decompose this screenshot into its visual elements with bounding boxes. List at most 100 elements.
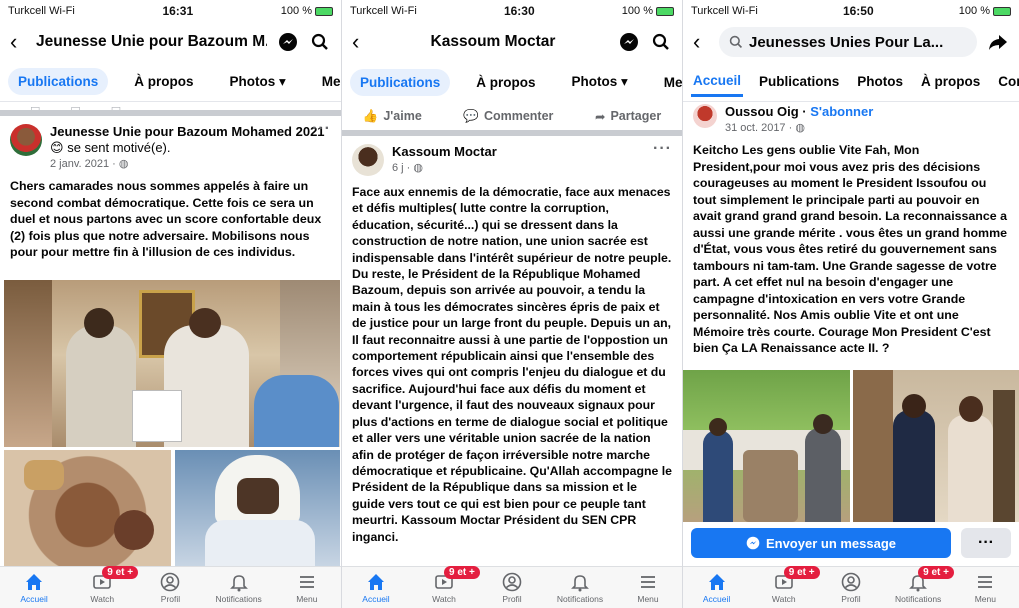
share-arrow-icon[interactable] <box>987 31 1009 53</box>
post-author[interactable]: Kassoum Moctar <box>392 144 497 159</box>
battery-icon <box>993 6 1011 16</box>
avatar[interactable] <box>10 124 42 156</box>
comment-button[interactable]: 💬 Commenter <box>463 109 553 124</box>
send-message-button[interactable]: Envoyer un message <box>691 528 951 558</box>
post-author[interactable]: Oussou Oig <box>725 104 799 119</box>
search-icon[interactable] <box>650 31 672 53</box>
nav-menu-label: Menu <box>637 593 659 604</box>
post-author[interactable]: Jeunesse Unie pour Bazoum Mohamed 2021 <box>50 124 325 139</box>
status-bar: Turkcell Wi-Fi 16:30 100 % <box>342 0 682 22</box>
nav-profile[interactable]: Profil <box>821 572 881 604</box>
post-photo-portrait[interactable] <box>175 450 340 568</box>
tab-mentions[interactable]: Menti <box>654 69 682 96</box>
page-tabs: Accueil Publications Photos À propos Cor <box>683 62 1019 102</box>
nav-menu[interactable]: Menu <box>618 572 678 604</box>
like-button[interactable]: 👍 J'aime <box>363 109 422 124</box>
more-button[interactable]: ··· <box>961 528 1011 558</box>
nav-profile[interactable]: Profil <box>482 572 542 604</box>
page-header: ‹ Jeunesses Unies Pour La... <box>683 22 1019 62</box>
menu-icon <box>641 575 655 588</box>
post-text: Keitcho Les gens oublie Vite Fah, Mon Pr… <box>693 143 1007 355</box>
nav-watch-label: Watch <box>432 593 456 604</box>
tab-about[interactable]: À propos <box>466 69 545 96</box>
nav-menu[interactable]: Menu <box>277 572 337 604</box>
globe-icon: ◍ <box>118 158 129 170</box>
nav-notifications[interactable]: Notifications <box>550 572 610 604</box>
nav-profile[interactable]: Profil <box>140 572 200 604</box>
page-title: Kassoum Moctar <box>430 33 556 50</box>
tab-home[interactable]: Accueil <box>691 67 744 97</box>
back-icon[interactable]: ‹ <box>352 31 368 53</box>
bell-icon <box>229 574 248 591</box>
message-action-row: Envoyer un message ··· <box>691 528 1011 558</box>
tab-photos[interactable]: Photos <box>855 68 905 95</box>
watch-badge: 9 et + <box>783 565 820 579</box>
watch-badge: 9 et + <box>102 565 139 579</box>
tab-photos[interactable]: Photos ▾ <box>562 68 638 96</box>
avatar[interactable] <box>352 144 384 176</box>
globe-icon: ◍ <box>413 162 424 174</box>
share-button[interactable]: ➦ Partager <box>595 109 661 124</box>
menu-icon <box>299 575 314 588</box>
messenger-icon[interactable] <box>618 31 640 53</box>
tab-mentions[interactable]: Menti <box>312 68 341 95</box>
watch-badge: 9 et + <box>444 565 480 579</box>
page-title: Jeunesse Unie pour Bazoum M... <box>36 33 267 50</box>
thumbs-up-icon: 👍 <box>362 108 379 123</box>
tab-publications[interactable]: Publications <box>757 68 841 95</box>
tab-publications[interactable]: Publications <box>8 68 109 95</box>
nav-watch[interactable]: Watch 9 et + <box>414 565 480 604</box>
nav-menu[interactable]: Menu <box>955 572 1015 604</box>
post-photo-car[interactable] <box>683 370 850 522</box>
tab-community[interactable]: Cor <box>996 68 1019 95</box>
home-icon <box>26 573 43 590</box>
messenger-icon[interactable] <box>277 31 299 53</box>
profile-icon <box>161 572 180 591</box>
tab-about[interactable]: À propos <box>124 68 203 95</box>
more-options-icon[interactable]: ··· <box>312 120 331 138</box>
post-text: Face aux ennemis de la démocratie, face … <box>352 185 672 544</box>
back-icon[interactable]: ‹ <box>10 31 26 53</box>
back-icon[interactable]: ‹ <box>693 31 709 53</box>
bottom-navigation: Accueil Watch 9 et + Profil Notification… <box>683 565 1019 608</box>
tab-about[interactable]: À propos <box>919 68 982 95</box>
post-date[interactable]: 2 janv. 2021 · <box>50 158 119 170</box>
nav-notifications[interactable]: Notifications <box>209 572 269 604</box>
status-bar: Turkcell Wi-Fi 16:31 100 % <box>0 0 341 22</box>
avatar[interactable] <box>693 104 717 128</box>
page-tabs: Publications À propos Photos ▾ Menti <box>342 62 682 102</box>
post-date[interactable]: 6 j · <box>392 162 413 174</box>
nav-home[interactable]: Accueil <box>687 572 747 604</box>
notifications-badge: 9 et + <box>918 565 955 579</box>
tab-photos[interactable]: Photos ▾ <box>220 68 296 96</box>
bottom-navigation: Accueil Watch 9 et + Profil Notification… <box>0 565 341 608</box>
nav-home[interactable]: Accueil <box>346 572 406 604</box>
nav-notifications[interactable]: Notifications 9 et + <box>888 565 955 604</box>
post-text: Chers camarades nous sommes appelés à fa… <box>10 179 322 260</box>
search-icon[interactable] <box>309 31 331 53</box>
post-photo-meeting[interactable] <box>853 370 1019 522</box>
bell-icon <box>571 574 589 591</box>
previous-post-actions: ▭▭▭ <box>0 102 341 116</box>
comment-icon: 💬 <box>463 108 479 123</box>
tab-publications[interactable]: Publications <box>350 68 451 96</box>
post-photo-main[interactable] <box>4 280 340 447</box>
nav-watch[interactable]: Watch 9 et + <box>754 565 820 604</box>
nav-home-label: Accueil <box>362 593 390 604</box>
battery-icon <box>315 6 333 16</box>
nav-menu-label: Menu <box>974 593 996 604</box>
subscribe-link[interactable]: S'abonner <box>810 104 873 119</box>
nav-watch[interactable]: Watch 9 et + <box>72 565 139 604</box>
post-date[interactable]: 31 oct. 2017 · <box>725 122 795 134</box>
nav-profile-label: Profil <box>160 593 181 604</box>
nav-notifications-label: Notifications <box>895 593 942 604</box>
profile-icon <box>502 572 522 591</box>
search-input[interactable]: Jeunesses Unies Pour La... <box>719 27 977 57</box>
post-photo-hands[interactable] <box>4 450 171 568</box>
menu-icon <box>978 575 993 588</box>
search-value: Jeunesses Unies Pour La... <box>749 33 944 51</box>
more-options-icon[interactable]: ··· <box>653 140 672 158</box>
nav-home[interactable]: Accueil <box>4 572 64 604</box>
share-icon: ➦ <box>594 109 606 124</box>
post-action-bar: 👍 J'aime 💬 Commenter ➦ Partager <box>342 102 682 136</box>
